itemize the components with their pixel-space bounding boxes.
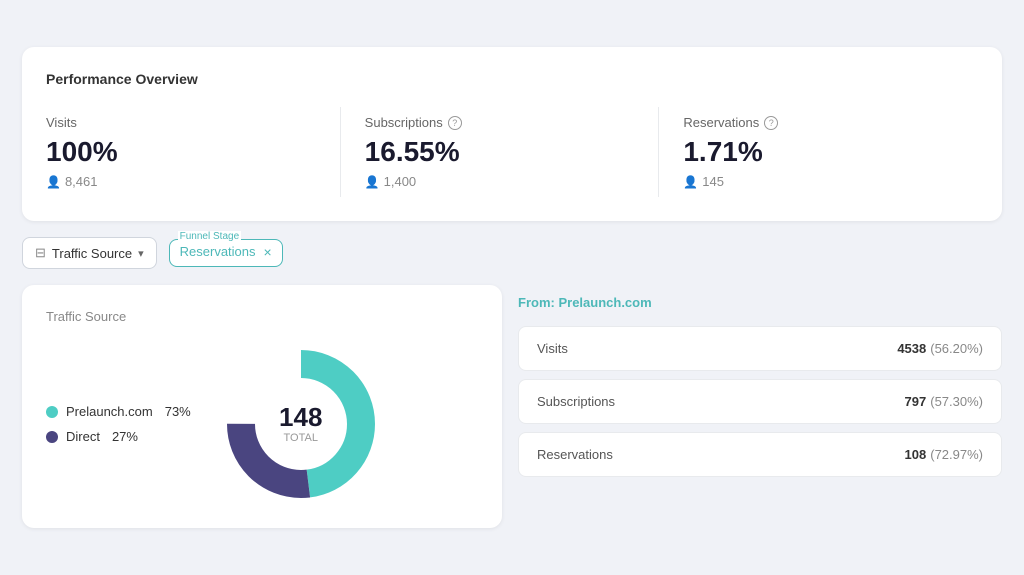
funnel-stage-tag-label: Funnel Stage xyxy=(178,231,242,242)
metric-subscriptions-label: Subscriptions ? xyxy=(365,115,636,130)
metric-visits-value: 100% xyxy=(46,136,317,168)
stats-from-label: From: xyxy=(518,295,555,310)
metric-visits: Visits 100% 👤 8,461 xyxy=(46,107,341,197)
funnel-stage-value: Reservations xyxy=(180,244,256,259)
stats-from-source[interactable]: Prelaunch.com xyxy=(558,295,651,310)
stat-row-visits: Visits 4538 (56.20%) xyxy=(518,326,1002,371)
traffic-source-dropdown[interactable]: ⊟ Traffic Source ▾ xyxy=(22,237,157,269)
donut-chart: 148 TOTAL xyxy=(221,344,381,504)
metric-reservations-sub: 👤 145 xyxy=(683,174,954,189)
bottom-row: Traffic Source Prelaunch.com 73% Direct … xyxy=(22,285,1002,528)
chart-area: Prelaunch.com 73% Direct 27% xyxy=(46,344,478,504)
stat-row-subscriptions: Subscriptions 797(57.30%) xyxy=(518,379,1002,424)
performance-title: Performance Overview xyxy=(46,71,978,87)
performance-overview-card: Performance Overview Visits 100% 👤 8,461… xyxy=(22,47,1002,221)
filters-row: ⊟ Traffic Source ▾ Funnel Stage Reservat… xyxy=(22,237,1002,269)
chart-legend: Prelaunch.com 73% Direct 27% xyxy=(46,404,191,444)
reservations-help-icon[interactable]: ? xyxy=(764,116,778,130)
metric-subscriptions-value: 16.55% xyxy=(365,136,636,168)
traffic-source-title: Traffic Source xyxy=(46,309,478,324)
stat-num-subscriptions: 797 xyxy=(905,394,927,409)
legend-dot-direct xyxy=(46,431,58,443)
legend-pct-prelaunch: 73% xyxy=(165,404,191,419)
stat-row-reservations: Reservations 108(72.97%) xyxy=(518,432,1002,477)
metrics-row: Visits 100% 👤 8,461 Subscriptions ? 16.5… xyxy=(46,107,978,197)
stat-pct-subscriptions: (57.30%) xyxy=(930,394,983,409)
metric-reservations: Reservations ? 1.71% 👤 145 xyxy=(659,107,978,197)
legend-label-direct: Direct xyxy=(66,429,100,444)
legend-label-prelaunch: Prelaunch.com xyxy=(66,404,153,419)
metric-reservations-value: 1.71% xyxy=(683,136,954,168)
person-icon-visits: 👤 xyxy=(46,175,61,189)
stat-value-reservations: 108(72.97%) xyxy=(905,447,983,462)
funnel-stage-tag-content: Reservations × xyxy=(180,244,272,259)
legend-item-prelaunch: Prelaunch.com 73% xyxy=(46,404,191,419)
chevron-down-icon: ▾ xyxy=(138,247,144,260)
donut-total-label: TOTAL xyxy=(279,432,322,444)
stats-panel: From: Prelaunch.com Visits 4538(56.20%) … xyxy=(518,285,1002,528)
donut-center: 148 TOTAL xyxy=(279,404,322,444)
subscriptions-help-icon[interactable]: ? xyxy=(448,116,462,130)
metric-subscriptions: Subscriptions ? 16.55% 👤 1,400 xyxy=(341,107,660,197)
traffic-source-label: Traffic Source xyxy=(52,246,132,261)
stat-value-visits: 4538 (56.20%) xyxy=(897,341,983,356)
funnel-stage-tag[interactable]: Funnel Stage Reservations × xyxy=(169,239,283,267)
stat-label-reservations: Reservations xyxy=(537,447,613,462)
person-icon-res: 👤 xyxy=(683,175,698,189)
stat-pct-visits: (56.20%) xyxy=(930,341,983,356)
traffic-source-card: Traffic Source Prelaunch.com 73% Direct … xyxy=(22,285,502,528)
stat-num-reservations: 108 xyxy=(905,447,927,462)
stats-from: From: Prelaunch.com xyxy=(518,285,1002,310)
metric-visits-sub: 👤 8,461 xyxy=(46,174,317,189)
stat-label-visits: Visits xyxy=(537,341,568,356)
filter-dropdown-icon: ⊟ xyxy=(35,245,46,261)
stat-value-subscriptions: 797(57.30%) xyxy=(905,394,983,409)
legend-pct-direct: 27% xyxy=(112,429,138,444)
page-container: Performance Overview Visits 100% 👤 8,461… xyxy=(22,47,1002,528)
stat-label-subscriptions: Subscriptions xyxy=(537,394,615,409)
donut-total-value: 148 xyxy=(279,404,322,430)
stat-pct-reservations: (72.97%) xyxy=(930,447,983,462)
person-icon-subs: 👤 xyxy=(365,175,380,189)
close-icon[interactable]: × xyxy=(264,245,272,259)
metric-subscriptions-sub: 👤 1,400 xyxy=(365,174,636,189)
metric-visits-label: Visits xyxy=(46,115,317,130)
stat-num-visits: 4538 xyxy=(897,341,926,356)
legend-dot-prelaunch xyxy=(46,406,58,418)
metric-reservations-label: Reservations ? xyxy=(683,115,954,130)
legend-item-direct: Direct 27% xyxy=(46,429,191,444)
